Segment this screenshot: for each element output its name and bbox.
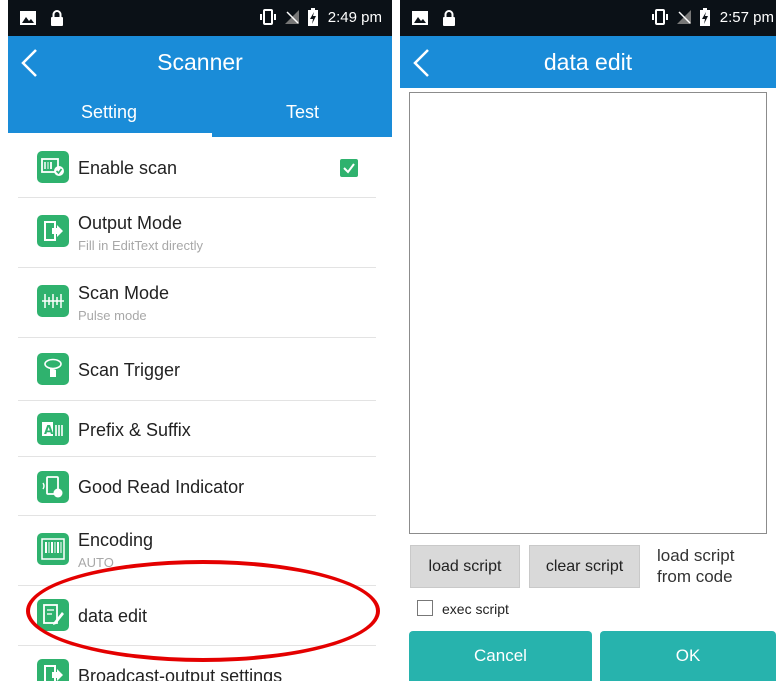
setting-output-mode[interactable]: Output Mode Fill in EditText directly	[18, 198, 376, 268]
scan-mode-icon	[37, 285, 69, 317]
status-time: 2:49 pm	[327, 8, 382, 26]
exec-script-label: exec script	[442, 601, 509, 617]
status-bar: 2:57 pm	[400, 0, 776, 36]
page-title: data edit	[543, 49, 633, 75]
setting-label: data edit	[78, 606, 148, 626]
cancel-button[interactable]: Cancel	[409, 631, 592, 681]
vibrate-icon	[651, 9, 668, 25]
setting-label: Good Read Indicator	[78, 477, 245, 497]
battery-icon	[307, 8, 318, 26]
clear-script-button[interactable]: clear script	[529, 545, 640, 588]
setting-label: Encoding	[78, 530, 154, 550]
image-notification-icon	[20, 11, 36, 25]
status-time: 2:57 pm	[719, 8, 774, 26]
broadcast-output-icon	[37, 659, 69, 681]
setting-scan-mode[interactable]: Scan Mode Pulse mode	[18, 268, 376, 338]
battery-icon	[699, 8, 710, 26]
load-from-code-line2: from code	[657, 567, 733, 586]
lock-icon	[443, 10, 455, 26]
data-edit-screen: 2:57 pm data edit load script clear scri…	[400, 0, 776, 681]
good-read-indicator-icon	[37, 471, 69, 503]
ok-button[interactable]: OK	[600, 631, 776, 681]
setting-label: Prefix & Suffix	[78, 420, 191, 440]
app-bar: data edit	[400, 36, 776, 88]
image-notification-icon	[412, 11, 428, 25]
setting-enable-scan[interactable]: Enable scan	[18, 137, 376, 198]
settings-list: Enable scan Output Mode Fill in EditText…	[8, 137, 392, 681]
setting-scan-trigger[interactable]: Scan Trigger	[18, 338, 376, 401]
app-bar: Scanner	[8, 36, 392, 88]
no-signal-icon	[284, 10, 299, 24]
setting-label: Scan Trigger	[78, 360, 181, 380]
exec-script-checkbox[interactable]	[417, 600, 433, 616]
setting-subtitle: Fill in EditText directly	[78, 238, 203, 253]
vibrate-icon	[259, 9, 276, 25]
setting-label: Enable scan	[78, 158, 178, 178]
setting-good-read-indicator[interactable]: Good Read Indicator	[18, 457, 376, 516]
svg-text:A: A	[44, 423, 54, 437]
data-edit-icon	[37, 599, 69, 631]
scanner-settings-screen: 2:49 pm Scanner Setting Test Enable scan…	[8, 0, 392, 681]
setting-data-edit[interactable]: data edit	[18, 586, 376, 646]
enable-scan-checkbox[interactable]	[340, 159, 358, 177]
barcode-check-icon	[37, 151, 69, 183]
load-from-code-line1: load script	[657, 546, 735, 565]
load-script-button[interactable]: load script	[410, 545, 520, 588]
setting-label: Broadcast-output settings	[78, 666, 283, 681]
tab-setting[interactable]: Setting	[81, 102, 137, 123]
tab-test[interactable]: Test	[286, 102, 319, 123]
setting-encoding[interactable]: Encoding AUTO	[18, 516, 376, 586]
setting-prefix-suffix[interactable]: A Prefix & Suffix	[18, 401, 376, 457]
output-arrow-icon	[37, 215, 69, 247]
hand-trigger-icon	[37, 353, 69, 385]
setting-label: Output Mode	[78, 213, 183, 233]
prefix-suffix-icon: A	[37, 413, 69, 445]
status-bar: 2:49 pm	[8, 0, 392, 36]
setting-label: Scan Mode	[78, 283, 170, 303]
setting-broadcast-output[interactable]: Broadcast-output settings	[18, 646, 376, 681]
page-title: Scanner	[157, 49, 243, 75]
lock-icon	[51, 10, 63, 26]
setting-subtitle: AUTO	[78, 555, 114, 570]
tab-bar: Setting Test	[8, 88, 392, 137]
load-script-from-code-button[interactable]: load script from code	[657, 545, 776, 587]
script-editor[interactable]	[409, 92, 767, 534]
setting-subtitle: Pulse mode	[78, 308, 147, 323]
encoding-barcode-icon	[37, 533, 69, 565]
no-signal-icon	[676, 10, 691, 24]
